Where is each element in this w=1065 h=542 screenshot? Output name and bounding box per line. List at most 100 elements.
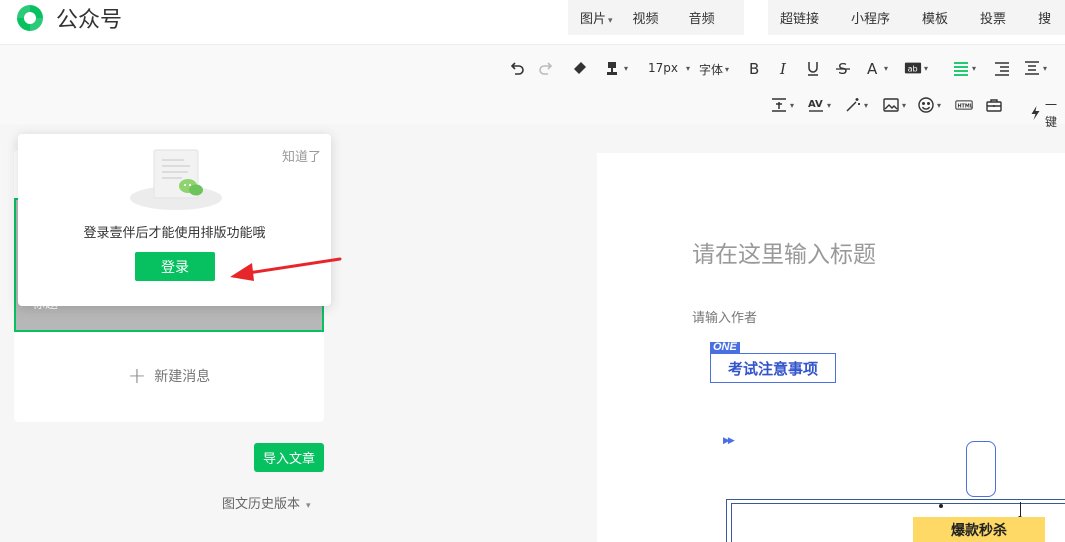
play-arrows-icon: ▶▶ <box>723 435 735 445</box>
chevron-down-icon: ▾ <box>306 501 311 511</box>
new-message-label: 新建消息 <box>154 369 211 385</box>
svg-text:AV: AV <box>808 99 823 110</box>
svg-text:B: B <box>749 60 759 77</box>
chevron-down-icon: ▾ <box>972 63 977 73</box>
paragraph-spacing-icon <box>772 98 786 112</box>
red-arrow-icon <box>230 257 342 281</box>
svg-text:HTML: HTML <box>957 103 972 109</box>
align-left-icon <box>954 62 968 76</box>
magic-format-button[interactable]: ▾ <box>844 96 868 114</box>
strikethrough-button[interactable]: S <box>834 59 852 77</box>
insert-template-menu[interactable]: 模板 <box>922 8 948 27</box>
chevron-down-icon: ▾ <box>1043 63 1048 73</box>
chevron-down-icon: ▾ <box>790 100 795 110</box>
document-wechat-illustration-icon <box>130 149 222 210</box>
indent-button[interactable] <box>993 59 1011 77</box>
underline-icon <box>808 62 818 76</box>
underline-button[interactable] <box>804 59 822 77</box>
font-color-icon: A <box>867 60 878 77</box>
history-version-label: 图文历史版本 <box>222 497 301 512</box>
line-spacing-button[interactable]: ▾ <box>1023 59 1047 77</box>
letter-spacing-icon: AV <box>808 99 823 112</box>
logo: 公众号 <box>14 2 122 34</box>
history-version-menu[interactable]: 图文历史版本 ▾ <box>222 493 311 512</box>
author-input[interactable]: 请输入作者 <box>692 307 757 326</box>
font-color-button[interactable]: A ▾ <box>864 59 888 77</box>
decorative-frame <box>966 441 996 497</box>
font-size-value: 17px <box>648 61 678 75</box>
import-article-button[interactable]: 导入文章 <box>254 443 324 472</box>
font-size-select[interactable]: 17px ▾ <box>648 61 690 75</box>
dismiss-link[interactable]: 知道了 <box>282 146 321 165</box>
new-message-button[interactable]: + 新建消息 <box>14 340 324 412</box>
highlight-icon: ab <box>904 62 922 74</box>
format-painter-icon <box>607 62 617 75</box>
insert-vote-menu[interactable]: 投票 <box>980 8 1006 27</box>
insert-video-menu[interactable]: 视频 <box>633 8 659 27</box>
section-heading[interactable]: 考试注意事项 <box>710 353 836 383</box>
italic-icon: I <box>779 60 787 77</box>
chevron-down-icon: ▾ <box>884 63 889 73</box>
undo-button[interactable] <box>508 59 526 77</box>
pin-line <box>1020 502 1021 516</box>
media-insert-group: 图片 ▾ 视频 音频 <box>568 0 744 35</box>
one-key-format-button[interactable]: 一键 <box>1028 96 1065 130</box>
login-button[interactable]: 登录 <box>135 252 215 281</box>
chevron-down-icon: ▾ <box>902 100 907 110</box>
toolbox-button[interactable] <box>985 96 1003 114</box>
lightning-icon <box>1031 106 1040 120</box>
app-title: 公众号 <box>56 8 123 33</box>
insert-audio-menu[interactable]: 音频 <box>689 8 715 27</box>
title-input[interactable]: 请在这里输入标题 <box>692 235 876 269</box>
eraser-icon <box>574 62 586 74</box>
redo-button[interactable] <box>537 59 555 77</box>
chevron-down-icon: ▾ <box>725 65 730 74</box>
strikethrough-icon: S <box>836 60 850 77</box>
align-left-button[interactable]: ▾ <box>952 59 976 77</box>
chevron-down-icon: ▾ <box>608 16 613 26</box>
svg-text:I: I <box>779 60 787 77</box>
letter-spacing-button[interactable]: AV ▾ <box>807 96 831 114</box>
emoji-icon <box>918 97 934 113</box>
content-insert-group: 超链接 小程序 模板 投票 搜 <box>768 0 1065 35</box>
insert-miniprogram-menu[interactable]: 小程序 <box>851 8 890 27</box>
font-family-value: 字体 <box>699 63 724 77</box>
emoji-button[interactable]: ▾ <box>917 96 941 114</box>
indent-icon <box>995 62 1009 76</box>
line-spacing-icon <box>1025 61 1039 75</box>
magic-wand-icon <box>846 98 860 112</box>
chevron-down-icon: ▾ <box>924 63 929 73</box>
italic-button[interactable]: I <box>775 59 793 77</box>
paragraph-spacing-button[interactable]: ▾ <box>770 96 794 114</box>
svg-text:A: A <box>867 60 878 77</box>
insert-image-menu[interactable]: 图片 ▾ <box>580 8 613 27</box>
clear-format-button[interactable] <box>571 59 589 77</box>
toolbox-icon <box>986 99 1002 112</box>
frame-dot <box>939 504 943 508</box>
bold-button[interactable]: B <box>745 59 763 77</box>
login-required-message: 登录壹伴后才能使用排版功能哦 <box>83 226 266 241</box>
insert-search-menu[interactable]: 搜 <box>1038 8 1051 27</box>
top-bar: 公众号 图片 ▾ 视频 音频 超链接 小程序 模板 投票 搜 <box>0 0 1065 44</box>
sale-banner[interactable]: 爆款秒杀 <box>913 517 1045 542</box>
highlight-button[interactable]: ab ▾ <box>904 59 928 77</box>
article-editor: 请在这里输入标题 请输入作者 ONE 考试注意事项 ▶▶ 爆款秒杀 <box>597 153 1065 542</box>
undo-icon <box>510 62 524 75</box>
format-painter-button[interactable]: ▾ <box>604 59 628 77</box>
chevron-down-icon: ▾ <box>686 63 691 73</box>
plus-icon: + <box>127 363 147 389</box>
insert-image-button[interactable]: ▾ <box>882 96 906 114</box>
wechat-official-logo-icon <box>17 5 43 31</box>
insert-link-menu[interactable]: 超链接 <box>780 8 819 27</box>
section-number-tag: ONE <box>710 342 740 353</box>
bold-icon: B <box>749 60 759 77</box>
font-family-select[interactable]: 字体 ▾ <box>699 61 729 78</box>
html-icon: HTML <box>955 100 973 110</box>
chevron-down-icon: ▾ <box>827 100 832 110</box>
one-key-label: 一键 <box>1045 98 1058 129</box>
svg-text:ab: ab <box>908 64 918 74</box>
chevron-down-icon: ▾ <box>624 63 629 73</box>
format-toolbar: ▾ 17px▾ 字体▾ B I S A ▾ ab ▾ ▾ ▾ ▾ AV ▾ <box>0 44 1065 129</box>
image-icon <box>883 98 899 112</box>
html-button[interactable]: HTML <box>955 96 973 114</box>
